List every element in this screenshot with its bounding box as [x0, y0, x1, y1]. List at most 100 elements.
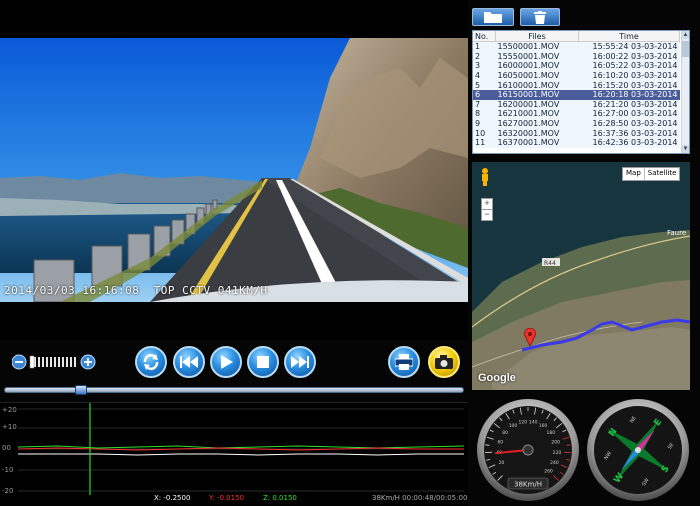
- column-header-files[interactable]: Files: [496, 31, 579, 42]
- speedometer-tick-label: 60: [497, 439, 503, 445]
- file-row-no: 5: [473, 80, 496, 90]
- file-row[interactable]: 1016320001.MOV16:37:36 03-03-2014: [473, 128, 680, 138]
- pegman-icon[interactable]: [480, 168, 490, 186]
- osd-date: 2014/03/03: [4, 284, 75, 297]
- y-label-plus10: +10: [2, 423, 17, 431]
- file-row[interactable]: 1116370001.MOV16:42:36 03-03-2014: [473, 138, 680, 148]
- y-label-plus20: +20: [2, 406, 17, 414]
- file-row-no: 10: [473, 128, 496, 138]
- rewind-button[interactable]: [173, 346, 205, 378]
- file-row-name: 16320001.MOV: [496, 128, 579, 138]
- series-x-line: [18, 454, 464, 455]
- file-row[interactable]: 816210001.MOV16:27:00 03-03-2014: [473, 109, 680, 119]
- scroll-thumb[interactable]: [682, 41, 689, 57]
- file-row-name: 16270001.MOV: [496, 119, 579, 129]
- road-label: R44: [544, 260, 556, 267]
- file-list-scrollbar[interactable]: ▲ ▼: [681, 31, 689, 153]
- scroll-down-icon[interactable]: ▼: [682, 145, 689, 153]
- file-row[interactable]: 115500001.MOV15:55:24 03-03-2014: [473, 42, 680, 52]
- snapshot-button[interactable]: [428, 346, 460, 378]
- speedometer-tick-label: 260: [544, 469, 553, 475]
- file-row-name: 16200001.MOV: [496, 100, 579, 110]
- series-z-line: [18, 446, 464, 448]
- file-row[interactable]: 916270001.MOV16:28:50 03-03-2014: [473, 119, 680, 129]
- file-row-name: 16100001.MOV: [496, 80, 579, 90]
- readout-z: Z: 0.0150: [263, 494, 297, 502]
- place-label: Faure: [667, 229, 686, 237]
- osd-time: 16:16:08: [82, 284, 139, 297]
- file-row-name: 15500001.MOV: [496, 42, 579, 52]
- file-row[interactable]: 716200001.MOV16:21:20 03-03-2014: [473, 100, 680, 110]
- map-type-satellite[interactable]: Satellite: [645, 168, 680, 180]
- seek-thumb[interactable]: [75, 385, 87, 395]
- speedometer-tick-label: 140: [529, 419, 538, 425]
- file-row-no: 1: [473, 42, 496, 52]
- osd-speed: 041KM/H: [218, 284, 268, 297]
- file-table: No. Files Time 115500001.MOV15:55:24 03-…: [473, 31, 680, 148]
- file-row[interactable]: 215550001.MOV16:00:22 03-03-2014: [473, 52, 680, 62]
- trash-icon: [534, 11, 546, 24]
- map-pin-icon[interactable]: [524, 328, 536, 351]
- file-row-name: 16050001.MOV: [496, 71, 579, 81]
- scroll-up-icon[interactable]: ▲: [682, 31, 689, 39]
- speedometer-tick-label: 240: [550, 460, 559, 466]
- file-row-name: 16210001.MOV: [496, 109, 579, 119]
- y-label-minus10: -10: [2, 466, 13, 474]
- repeat-button[interactable]: [135, 346, 167, 378]
- print-icon: [395, 354, 413, 370]
- play-icon: [219, 355, 233, 369]
- file-row[interactable]: 616150001.MOV16:20:18 03-03-2014: [473, 90, 680, 100]
- fast-forward-button[interactable]: [284, 346, 316, 378]
- speedometer-tick-label: 160: [539, 423, 548, 429]
- google-logo: Google: [478, 372, 516, 384]
- column-header-no[interactable]: No.: [473, 31, 496, 42]
- file-row-no: 3: [473, 61, 496, 71]
- open-folder-button[interactable]: [472, 8, 514, 26]
- gauges-panel: 20406080100120140160180200220240260 38Km…: [470, 392, 700, 505]
- y-label-zero: 00: [2, 444, 11, 452]
- seek-bar[interactable]: [4, 387, 464, 393]
- speed-readout: 38Km/H: [514, 481, 542, 489]
- fast-forward-icon: [290, 355, 310, 369]
- file-row-time: 16:37:36 03-03-2014: [579, 128, 680, 138]
- map-type-map[interactable]: Map: [623, 168, 645, 180]
- video-frame[interactable]: [0, 38, 468, 302]
- stop-button[interactable]: [247, 346, 279, 378]
- sensor-readout: X: -0.2500 Y: -0.0150 Z: 0.0150 38Km/H 0…: [0, 494, 468, 505]
- volume-up-icon[interactable]: [81, 355, 95, 369]
- rewind-icon: [179, 355, 199, 369]
- volume-slider-thumb[interactable]: [30, 356, 34, 368]
- map-type-toggle[interactable]: Map Satellite: [622, 167, 680, 181]
- play-button[interactable]: [210, 346, 242, 378]
- file-row[interactable]: 416050001.MOV16:10:20 03-03-2014: [473, 71, 680, 81]
- osd-tag: TOP CCTV: [154, 284, 211, 297]
- speedometer-tick-label: 80: [502, 430, 508, 436]
- file-row-time: 16:27:00 03-03-2014: [579, 109, 680, 119]
- file-row-no: 11: [473, 138, 496, 148]
- file-row-no: 7: [473, 100, 496, 110]
- file-row[interactable]: 516100001.MOV16:15:20 03-03-2014: [473, 80, 680, 90]
- delete-button[interactable]: [520, 8, 560, 26]
- print-button[interactable]: [388, 346, 420, 378]
- video-osd: 2014/03/03 16:16:08 TOP CCTV 041KM/H: [4, 284, 268, 297]
- gps-map[interactable]: R44 Faure + − Google: [472, 162, 690, 390]
- volume-control[interactable]: [12, 354, 96, 370]
- stop-icon: [256, 355, 270, 369]
- file-table-header: No. Files Time: [473, 31, 680, 42]
- file-row-no: 4: [473, 71, 496, 81]
- column-header-time[interactable]: Time: [579, 31, 680, 42]
- file-row-time: 16:20:18 03-03-2014: [579, 90, 680, 100]
- gsensor-plot[interactable]: [18, 403, 464, 495]
- zoom-out-icon[interactable]: −: [481, 209, 493, 221]
- file-row-time: 16:15:20 03-03-2014: [579, 80, 680, 90]
- volume-down-icon[interactable]: [12, 355, 26, 369]
- file-row-time: 16:05:22 03-03-2014: [579, 61, 680, 71]
- file-row[interactable]: 316000001.MOV16:05:22 03-03-2014: [473, 61, 680, 71]
- repeat-icon: [141, 352, 161, 372]
- volume-slider-ticks[interactable]: [30, 357, 76, 367]
- gsensor-graph: +20 +10 00 -10 -20: [0, 402, 468, 506]
- file-row-time: 16:21:20 03-03-2014: [579, 100, 680, 110]
- playback-status: 38Km/H 00:00:48/00:05:00: [372, 494, 467, 502]
- file-list[interactable]: No. Files Time 115500001.MOV15:55:24 03-…: [472, 30, 690, 154]
- speedometer: 20406080100120140160180200220240260 38Km…: [476, 398, 580, 502]
